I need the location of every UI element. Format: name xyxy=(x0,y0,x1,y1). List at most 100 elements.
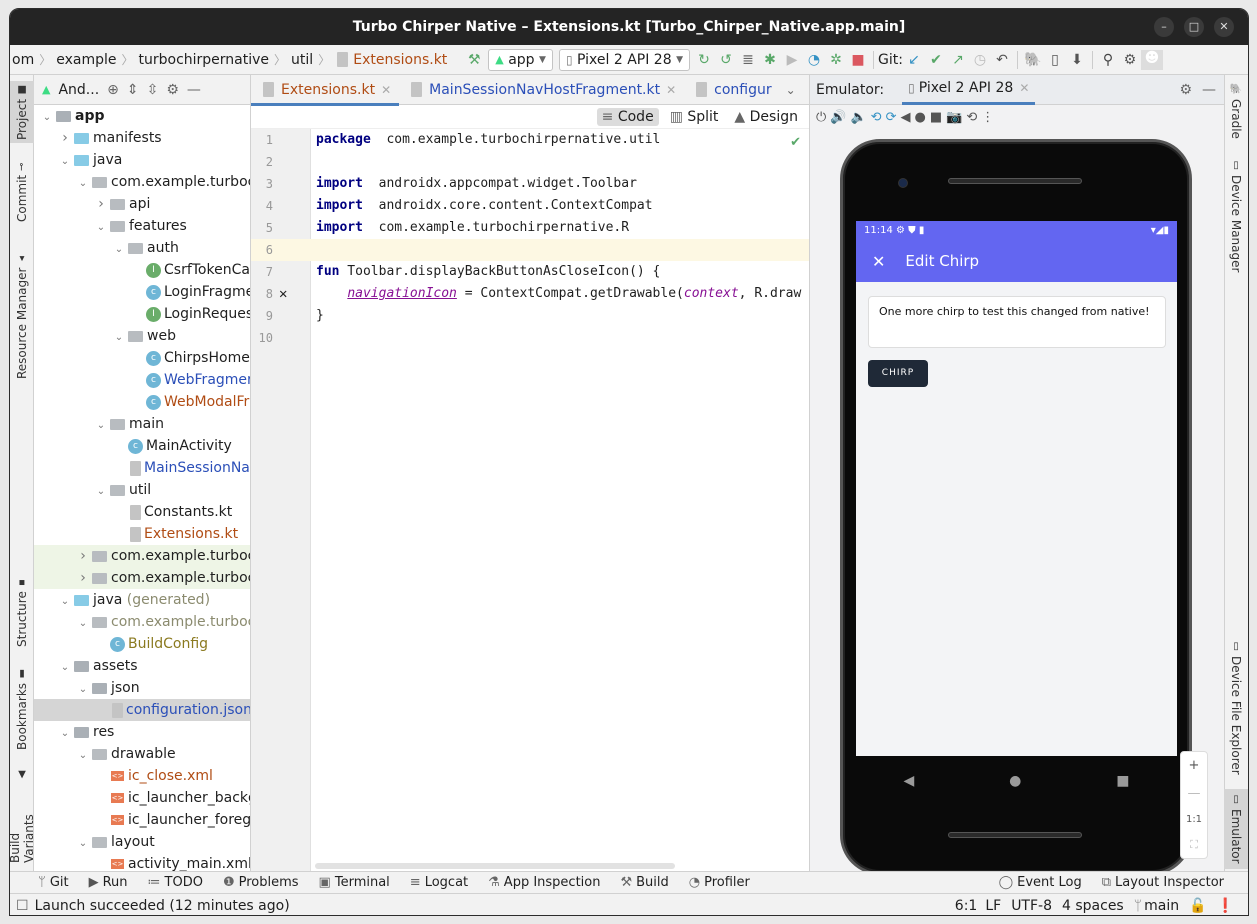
tree-item[interactable]: I CsrfTokenCa xyxy=(34,259,250,281)
search-icon[interactable]: ⚲ xyxy=(1097,52,1119,68)
tree-item[interactable]: MainSessionNav xyxy=(34,457,250,479)
rotate-right-icon[interactable]: ⟳ xyxy=(886,110,897,125)
zoom-in-button[interactable]: + xyxy=(1189,758,1200,773)
stop-icon[interactable]: ■ xyxy=(847,52,869,68)
tree-item[interactable]: ⌄ drawable xyxy=(34,743,250,765)
indent-setting[interactable]: 4 spaces xyxy=(1062,898,1134,914)
chirp-text-field[interactable]: One more chirp to test this changed from… xyxy=(868,296,1166,348)
chevron-down-icon[interactable]: ⌄ xyxy=(76,833,90,855)
emulator-device-tab[interactable]: ▯ Pixel 2 API 28 ✕ xyxy=(902,75,1036,105)
settings-icon[interactable]: ⚙ xyxy=(166,82,179,98)
chevron-down-icon[interactable]: ⌄ xyxy=(58,657,72,679)
tree-item[interactable]: c ChirpsHomeF xyxy=(34,347,250,369)
snapshot-icon[interactable]: ⟲ xyxy=(966,110,977,125)
nav-home-icon[interactable]: ● xyxy=(1009,773,1021,789)
tool-window-problems[interactable]: ❶ Problems xyxy=(213,875,309,890)
git-update-icon[interactable]: ↙ xyxy=(903,52,925,68)
code-view-button[interactable]: ≡ Code xyxy=(596,107,659,126)
chevron-right-icon[interactable]: › xyxy=(58,127,72,149)
tool-window-todo[interactable]: ≔ TODO xyxy=(138,875,213,890)
tree-item[interactable]: c WebModalFr xyxy=(34,391,250,413)
toggle-tool-windows-icon[interactable]: ☐ xyxy=(16,898,29,914)
tool-window-terminal[interactable]: ▣ Terminal xyxy=(309,875,400,890)
volume-down-icon[interactable]: 🔈 xyxy=(850,110,866,125)
chevron-down-icon[interactable]: ⌄ xyxy=(76,613,90,635)
tool-window-logcat[interactable]: ≡ Logcat xyxy=(400,875,478,890)
apply-changes-icon[interactable]: ↺ xyxy=(715,52,737,68)
tree-item[interactable]: Extensions.kt xyxy=(34,523,250,545)
code-line[interactable]: 3 import androidx.appcompat.widget.Toolba… xyxy=(251,173,809,195)
tab-build-variants[interactable]: Build Variants ▲ xyxy=(10,769,36,863)
design-view-button[interactable]: ▲ Design xyxy=(729,108,803,126)
overview-icon[interactable]: ■ xyxy=(930,110,942,125)
status-message[interactable]: Launch succeeded (12 minutes ago) xyxy=(35,898,290,914)
chevron-right-icon[interactable]: › xyxy=(94,193,108,215)
tree-item[interactable]: I LoginReques xyxy=(34,303,250,325)
close-button[interactable]: ✕ xyxy=(1214,17,1234,37)
minimize-button[interactable]: – xyxy=(1154,17,1174,37)
git-rollback-icon[interactable]: ↶ xyxy=(991,52,1013,68)
tree-item[interactable]: <> ic_launcher_foregr xyxy=(34,809,250,831)
tab-structure[interactable]: Structure ▪ xyxy=(10,573,34,651)
tab-gradle[interactable]: 🐘 Gradle xyxy=(1224,81,1248,141)
nav-back-icon[interactable]: ◀ xyxy=(903,773,914,789)
notifications-icon[interactable]: ❗ xyxy=(1217,898,1248,914)
hide-icon[interactable]: — xyxy=(187,82,201,98)
chevron-down-icon[interactable]: ⌄ xyxy=(58,723,72,745)
chevron-down-icon[interactable]: ⌄ xyxy=(94,217,108,239)
tab-extensions-kt[interactable]: Extensions.kt ✕ xyxy=(251,75,400,106)
code-line[interactable]: 8 ✕ navigationIcon = ContextCompat.getDra… xyxy=(251,283,809,305)
tree-item[interactable]: ⌄ java (generated) xyxy=(34,589,250,611)
device-manager-icon[interactable]: ▯ xyxy=(1044,52,1066,68)
zoom-fit-button[interactable]: ⛶ xyxy=(1190,838,1198,852)
home-icon[interactable]: ● xyxy=(914,110,925,125)
tab-emulator[interactable]: ▯ Emulator xyxy=(1224,789,1248,869)
tree-item[interactable]: ⌄ json xyxy=(34,677,250,699)
sdk-manager-icon[interactable]: ⬇ xyxy=(1066,52,1088,68)
breadcrumb-0[interactable]: om xyxy=(10,52,36,68)
tree-item[interactable]: › manifests xyxy=(34,127,250,149)
tree-item[interactable]: ⌄ web xyxy=(34,325,250,347)
tree-item[interactable]: ⌄ util xyxy=(34,479,250,501)
tree-item[interactable]: ⌄ features xyxy=(34,215,250,237)
tree-item[interactable]: ⌄ layout xyxy=(34,831,250,853)
tree-item[interactable]: ⌄ main xyxy=(34,413,250,435)
tree-item[interactable]: ⌄ com.example.turboc xyxy=(34,611,250,633)
close-icon[interactable]: ✕ xyxy=(666,83,676,97)
code-line[interactable]: 4 import androidx.core.content.ContextCom… xyxy=(251,195,809,217)
tree-item[interactable]: ⌄ app xyxy=(34,105,250,127)
maximize-button[interactable]: □ xyxy=(1184,17,1204,37)
tab-resource-manager[interactable]: Resource Manager ▴ xyxy=(10,251,34,381)
lock-icon[interactable]: 🔓 xyxy=(1189,898,1216,914)
close-icon[interactable]: ✕ xyxy=(381,83,391,97)
chevron-right-icon[interactable]: › xyxy=(76,567,90,589)
tool-window-layout-inspector[interactable]: ⧉ Layout Inspector xyxy=(1092,875,1234,890)
breadcrumb-3[interactable]: util xyxy=(289,52,315,68)
tree-item[interactable]: ⌄ java xyxy=(34,149,250,171)
chevron-down-icon[interactable]: ⌄ xyxy=(76,173,90,195)
settings-icon[interactable]: ⚙ xyxy=(1179,82,1192,98)
tree-item[interactable]: › api xyxy=(34,193,250,215)
chevron-down-icon[interactable]: ⌄ xyxy=(112,327,126,349)
tab-device-manager[interactable]: ▯ Device Manager xyxy=(1224,159,1248,273)
volume-up-icon[interactable]: 🔊 xyxy=(830,110,846,125)
chevron-down-icon[interactable]: ⌄ xyxy=(94,415,108,437)
code-line[interactable]: 5 import com.example.turbochirpernative.R xyxy=(251,217,809,239)
code-line[interactable]: 1 package com.example.turbochirpernative.… xyxy=(251,129,809,151)
git-history-icon[interactable]: ◷ xyxy=(969,52,991,68)
power-icon[interactable]: ⏻ xyxy=(816,110,826,125)
code-line[interactable]: 7 fun Toolbar.displayBackButtonAsCloseIco… xyxy=(251,261,809,283)
close-icon[interactable]: ✕ xyxy=(872,252,885,271)
breadcrumb-4[interactable]: Extensions.kt xyxy=(351,52,449,68)
tool-window-run[interactable]: ▶ Run xyxy=(79,875,138,890)
settings-icon[interactable]: ⚙ xyxy=(1119,52,1141,68)
sync-gradle-icon[interactable]: 🐘 xyxy=(1022,52,1044,68)
chevron-down-icon[interactable]: ⌄ xyxy=(112,239,126,261)
tree-item[interactable]: ⌄ com.example.turboc xyxy=(34,171,250,193)
git-push-icon[interactable]: ↗ xyxy=(947,52,969,68)
tree-item[interactable]: <> ic_close.xml xyxy=(34,765,250,787)
breadcrumb-2[interactable]: turbochirpernative xyxy=(137,52,272,68)
locate-icon[interactable]: ⊕ xyxy=(107,82,119,98)
zoom-out-button[interactable]: — xyxy=(1188,786,1201,801)
coverage-icon[interactable]: ▶ xyxy=(781,52,803,68)
